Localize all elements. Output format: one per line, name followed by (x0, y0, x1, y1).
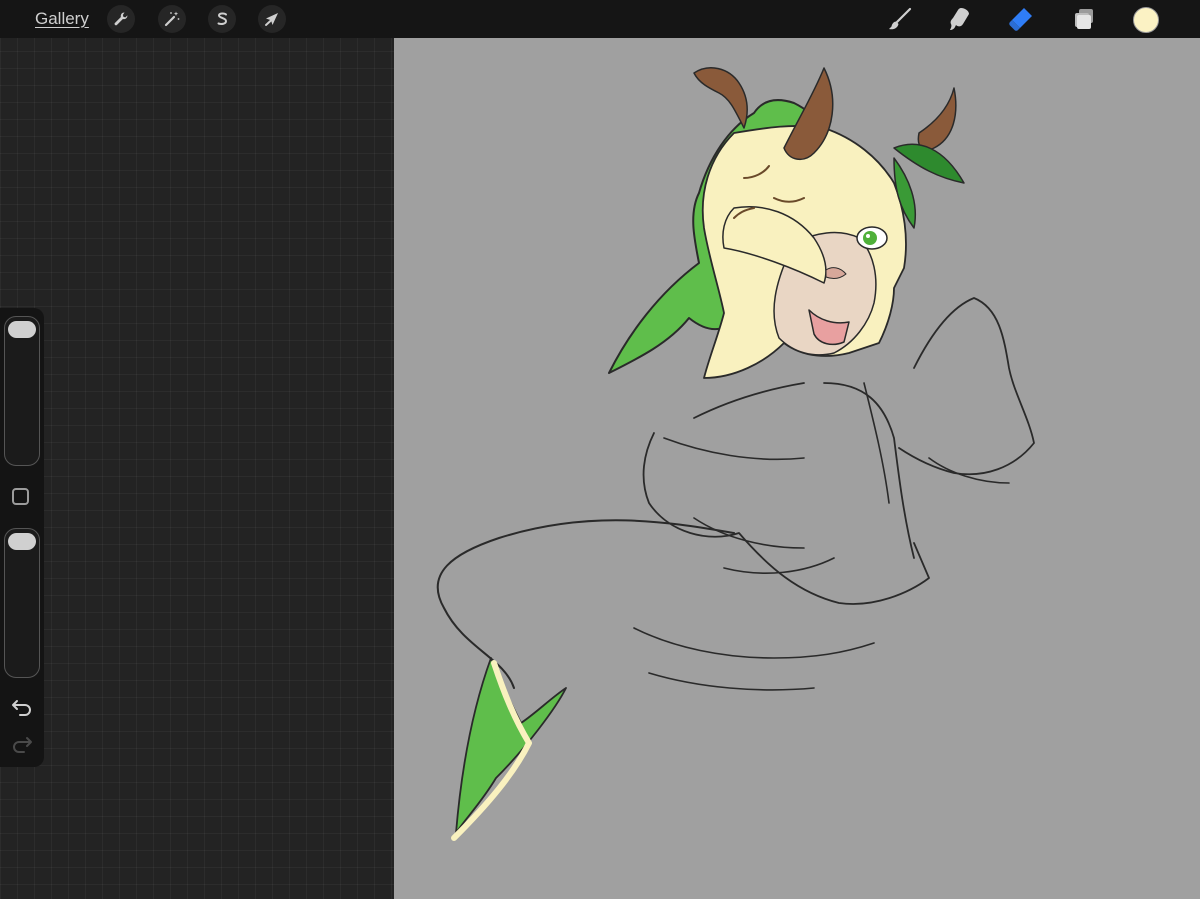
selection-button[interactable] (208, 5, 236, 33)
smudge-icon (950, 8, 969, 30)
character-drawing (436, 67, 1035, 841)
smudge-tool-button[interactable] (944, 4, 976, 34)
eraser-tool-button[interactable] (1005, 4, 1037, 34)
brush-icon (889, 7, 912, 30)
brush-size-slider[interactable] (4, 316, 40, 466)
actions-button[interactable] (107, 5, 135, 33)
layers-button[interactable] (1067, 4, 1099, 34)
artwork (436, 67, 1035, 841)
opacity-thumb[interactable] (8, 533, 36, 550)
arrow-cursor-icon (265, 13, 278, 26)
transform-button[interactable] (258, 5, 286, 33)
top-toolbar: Gallery (0, 0, 1200, 38)
brush-size-thumb[interactable] (8, 321, 36, 338)
magic-wand-icon (164, 11, 180, 27)
layers-icon (1075, 9, 1093, 29)
opacity-slider[interactable] (4, 528, 40, 678)
drawing-canvas[interactable] (394, 38, 1200, 899)
selection-s-icon (217, 12, 228, 25)
eraser-icon (1009, 8, 1032, 31)
wrench-icon (114, 12, 128, 26)
adjustments-button[interactable] (158, 5, 186, 33)
undo-icon[interactable] (10, 697, 34, 717)
left-sidebar (0, 308, 44, 767)
modify-button[interactable] (12, 488, 29, 505)
color-swatch[interactable] (1133, 7, 1159, 33)
gallery-button[interactable]: Gallery (35, 9, 89, 29)
redo-icon (13, 737, 32, 753)
brush-tool-button[interactable] (884, 4, 916, 34)
